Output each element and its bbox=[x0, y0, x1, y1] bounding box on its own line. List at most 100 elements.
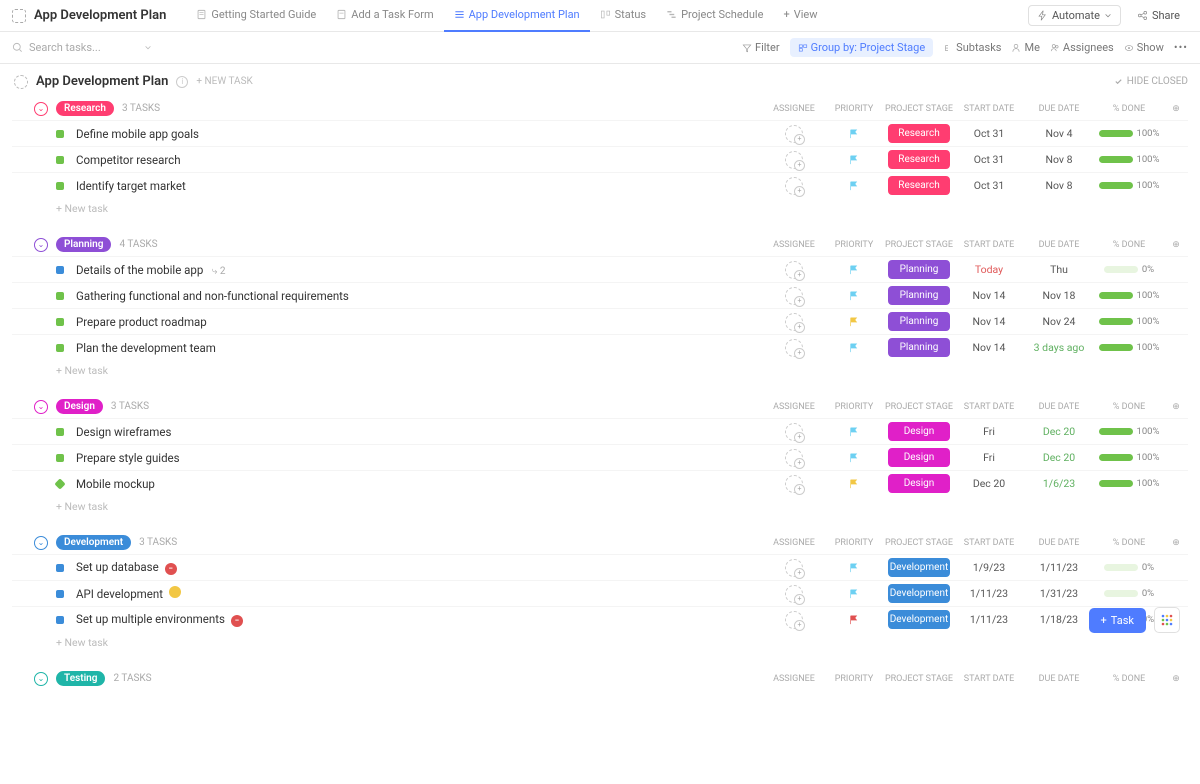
assignee-cell[interactable] bbox=[764, 125, 824, 143]
priority-cell[interactable] bbox=[824, 155, 884, 165]
start-date-cell[interactable]: Today bbox=[954, 263, 1024, 276]
task-row[interactable]: Details of the mobile app ⤷ 2 Planning T… bbox=[12, 256, 1188, 282]
share-button[interactable]: Share bbox=[1129, 6, 1188, 25]
start-date-cell[interactable]: Oct 31 bbox=[954, 179, 1024, 192]
status-square-icon[interactable] bbox=[54, 478, 65, 489]
add-assignee-icon[interactable] bbox=[785, 261, 803, 279]
task-name[interactable]: Set up multiple environments− bbox=[76, 612, 764, 627]
task-row[interactable]: Competitor research Research Oct 31 Nov … bbox=[12, 146, 1188, 172]
status-square-icon[interactable] bbox=[56, 454, 64, 462]
status-square-icon[interactable] bbox=[56, 266, 64, 274]
progress-cell[interactable]: 100% bbox=[1094, 426, 1164, 437]
tab-project-schedule[interactable]: Project Schedule bbox=[656, 0, 773, 32]
subtasks-button[interactable]: Subtasks bbox=[943, 41, 1001, 54]
stage-cell[interactable]: Design bbox=[884, 474, 954, 493]
add-assignee-icon[interactable] bbox=[785, 287, 803, 305]
new-task-float-button[interactable]: + Task bbox=[1089, 608, 1146, 633]
start-date-cell[interactable]: 1/11/23 bbox=[954, 613, 1024, 626]
apps-button[interactable] bbox=[1154, 607, 1180, 633]
add-assignee-icon[interactable] bbox=[785, 125, 803, 143]
assignee-cell[interactable] bbox=[764, 177, 824, 195]
add-column-button[interactable]: ⊕ bbox=[1164, 402, 1188, 412]
add-assignee-icon[interactable] bbox=[785, 339, 803, 357]
progress-cell[interactable]: 100% bbox=[1094, 180, 1164, 191]
assignee-cell[interactable] bbox=[764, 423, 824, 441]
task-row[interactable]: Prepare style guides Design Fri Dec 20 1… bbox=[12, 444, 1188, 470]
priority-cell[interactable] bbox=[824, 453, 884, 463]
progress-cell[interactable]: 0% bbox=[1094, 588, 1164, 599]
new-task-button[interactable]: + New task bbox=[12, 496, 1188, 517]
priority-cell[interactable] bbox=[824, 129, 884, 139]
new-task-header-button[interactable]: + NEW TASK bbox=[196, 76, 252, 87]
due-date-cell[interactable]: Nov 4 bbox=[1024, 127, 1094, 140]
task-name[interactable]: Details of the mobile app ⤷ 2 bbox=[76, 263, 764, 277]
assignee-cell[interactable] bbox=[764, 261, 824, 279]
groupby-button[interactable]: Group by: Project Stage bbox=[790, 38, 934, 57]
collapse-icon[interactable]: ⌄ bbox=[34, 672, 48, 686]
more-button[interactable]: ••• bbox=[1174, 41, 1188, 54]
tab-getting-started[interactable]: Getting Started Guide bbox=[186, 0, 326, 32]
start-date-cell[interactable]: Dec 20 bbox=[954, 477, 1024, 490]
task-row[interactable]: Gathering functional and non-functional … bbox=[12, 282, 1188, 308]
stage-cell[interactable]: Design bbox=[884, 422, 954, 441]
info-icon[interactable]: i bbox=[176, 76, 188, 88]
status-square-icon[interactable] bbox=[56, 182, 64, 190]
collapse-icon[interactable]: ⌄ bbox=[34, 102, 48, 116]
add-assignee-icon[interactable] bbox=[785, 559, 803, 577]
add-column-button[interactable]: ⊕ bbox=[1164, 538, 1188, 548]
task-row[interactable]: Set up database− Development 1/9/23 1/11… bbox=[12, 554, 1188, 580]
start-date-cell[interactable]: Fri bbox=[954, 425, 1024, 438]
start-date-cell[interactable]: Nov 14 bbox=[954, 289, 1024, 302]
add-column-button[interactable]: ⊕ bbox=[1164, 674, 1188, 684]
priority-cell[interactable] bbox=[824, 265, 884, 275]
stage-cell[interactable]: Design bbox=[884, 448, 954, 467]
me-button[interactable]: Me bbox=[1011, 41, 1039, 54]
collapse-icon[interactable]: ⌄ bbox=[34, 400, 48, 414]
status-square-icon[interactable] bbox=[56, 156, 64, 164]
filter-button[interactable]: Filter bbox=[742, 41, 780, 54]
progress-cell[interactable]: 100% bbox=[1094, 478, 1164, 489]
due-date-cell[interactable]: Nov 24 bbox=[1024, 315, 1094, 328]
stage-cell[interactable]: Research bbox=[884, 124, 954, 143]
due-date-cell[interactable]: Dec 20 bbox=[1024, 451, 1094, 464]
due-date-cell[interactable]: 1/6/23 bbox=[1024, 477, 1094, 490]
status-square-icon[interactable] bbox=[56, 318, 64, 326]
task-name[interactable]: Set up database− bbox=[76, 560, 764, 575]
progress-cell[interactable]: 100% bbox=[1094, 316, 1164, 327]
progress-cell[interactable]: 100% bbox=[1094, 128, 1164, 139]
add-assignee-icon[interactable] bbox=[785, 151, 803, 169]
start-date-cell[interactable]: 1/11/23 bbox=[954, 587, 1024, 600]
priority-cell[interactable] bbox=[824, 343, 884, 353]
task-name[interactable]: Identify target market bbox=[76, 179, 764, 193]
add-assignee-icon[interactable] bbox=[785, 177, 803, 195]
add-assignee-icon[interactable] bbox=[785, 423, 803, 441]
start-date-cell[interactable]: Nov 14 bbox=[954, 315, 1024, 328]
group-badge[interactable]: Design bbox=[56, 399, 103, 414]
tab-add-task-form[interactable]: Add a Task Form bbox=[326, 0, 443, 32]
due-date-cell[interactable]: 1/11/23 bbox=[1024, 561, 1094, 574]
show-button[interactable]: Show bbox=[1124, 41, 1164, 54]
assignee-cell[interactable] bbox=[764, 585, 824, 603]
task-row[interactable]: Identify target market Research Oct 31 N… bbox=[12, 172, 1188, 198]
task-name[interactable]: Design wireframes bbox=[76, 425, 764, 439]
due-date-cell[interactable]: Thu bbox=[1024, 263, 1094, 276]
task-row[interactable]: Prepare product roadmap Planning Nov 14 … bbox=[12, 308, 1188, 334]
due-date-cell[interactable]: 1/18/23 bbox=[1024, 613, 1094, 626]
stage-cell[interactable]: Research bbox=[884, 150, 954, 169]
add-column-button[interactable]: ⊕ bbox=[1164, 104, 1188, 114]
task-name[interactable]: Competitor research bbox=[76, 153, 764, 167]
due-date-cell[interactable]: Nov 8 bbox=[1024, 153, 1094, 166]
progress-cell[interactable]: 100% bbox=[1094, 154, 1164, 165]
priority-cell[interactable] bbox=[824, 589, 884, 599]
task-name[interactable]: API development bbox=[76, 586, 764, 601]
start-date-cell[interactable]: Fri bbox=[954, 451, 1024, 464]
task-row[interactable]: Design wireframes Design Fri Dec 20 100% bbox=[12, 418, 1188, 444]
task-name[interactable]: Define mobile app goals bbox=[76, 127, 764, 141]
hide-closed-button[interactable]: HIDE CLOSED bbox=[1114, 76, 1188, 87]
collapse-icon[interactable]: ⌄ bbox=[34, 536, 48, 550]
tab-status[interactable]: Status bbox=[590, 0, 656, 32]
task-row[interactable]: API development Development 1/11/23 1/31… bbox=[12, 580, 1188, 606]
assignee-cell[interactable] bbox=[764, 449, 824, 467]
stage-cell[interactable]: Planning bbox=[884, 260, 954, 279]
priority-cell[interactable] bbox=[824, 563, 884, 573]
